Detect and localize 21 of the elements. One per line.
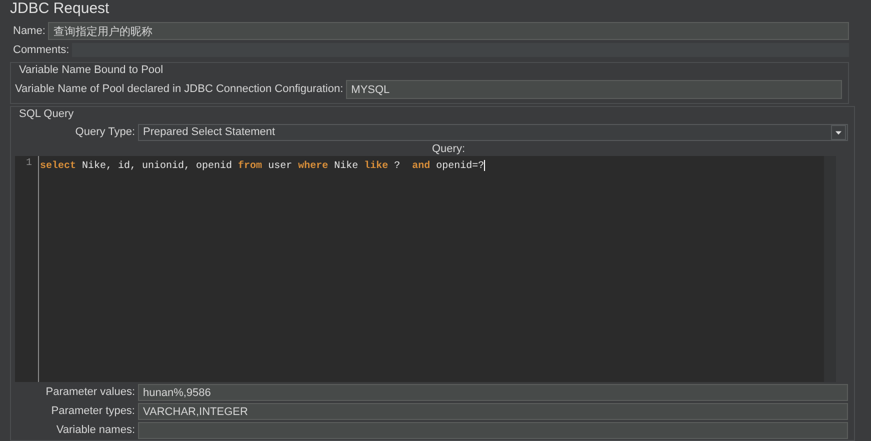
- field-label: Comments:: [12, 42, 70, 58]
- parameter-field[interactable]: hunan%,9586: [138, 384, 848, 401]
- sql-editor[interactable]: 1 select Nike, id, unionid, openid from user where Nike like ? and openid=?: [15, 156, 836, 382]
- field-label: Variable names:: [55, 423, 135, 438]
- field-label: Query Type:: [74, 124, 135, 140]
- group-title: SQL Query: [18, 107, 75, 121]
- query-label: Query:: [432, 143, 465, 155]
- query-type-dropdown[interactable]: Prepared Select Statement: [138, 124, 848, 140]
- field-label: Name:: [12, 24, 46, 39]
- field-label: Parameter values:: [44, 385, 135, 400]
- sql-code: select Nike, id, unionid, openid from user where Nike like ? and openid=?: [40, 161, 486, 172]
- parameter-field[interactable]: VARCHAR,INTEGER: [138, 403, 848, 420]
- caret-icon: [831, 124, 846, 140]
- line-number: 1: [26, 157, 32, 171]
- parameter-field[interactable]: [138, 422, 848, 439]
- field-label: Variable Name of Pool declared in JDBC Connection Configuration:: [15, 82, 344, 98]
- panel-title: JDBC Request: [10, 0, 110, 19]
- name-field[interactable]: 查询指定用户的昵称: [48, 22, 849, 40]
- field-label: Parameter types:: [50, 404, 135, 420]
- group-title: Variable Name Bound to Pool: [18, 63, 164, 77]
- pool-name-field[interactable]: MYSQL: [346, 80, 842, 99]
